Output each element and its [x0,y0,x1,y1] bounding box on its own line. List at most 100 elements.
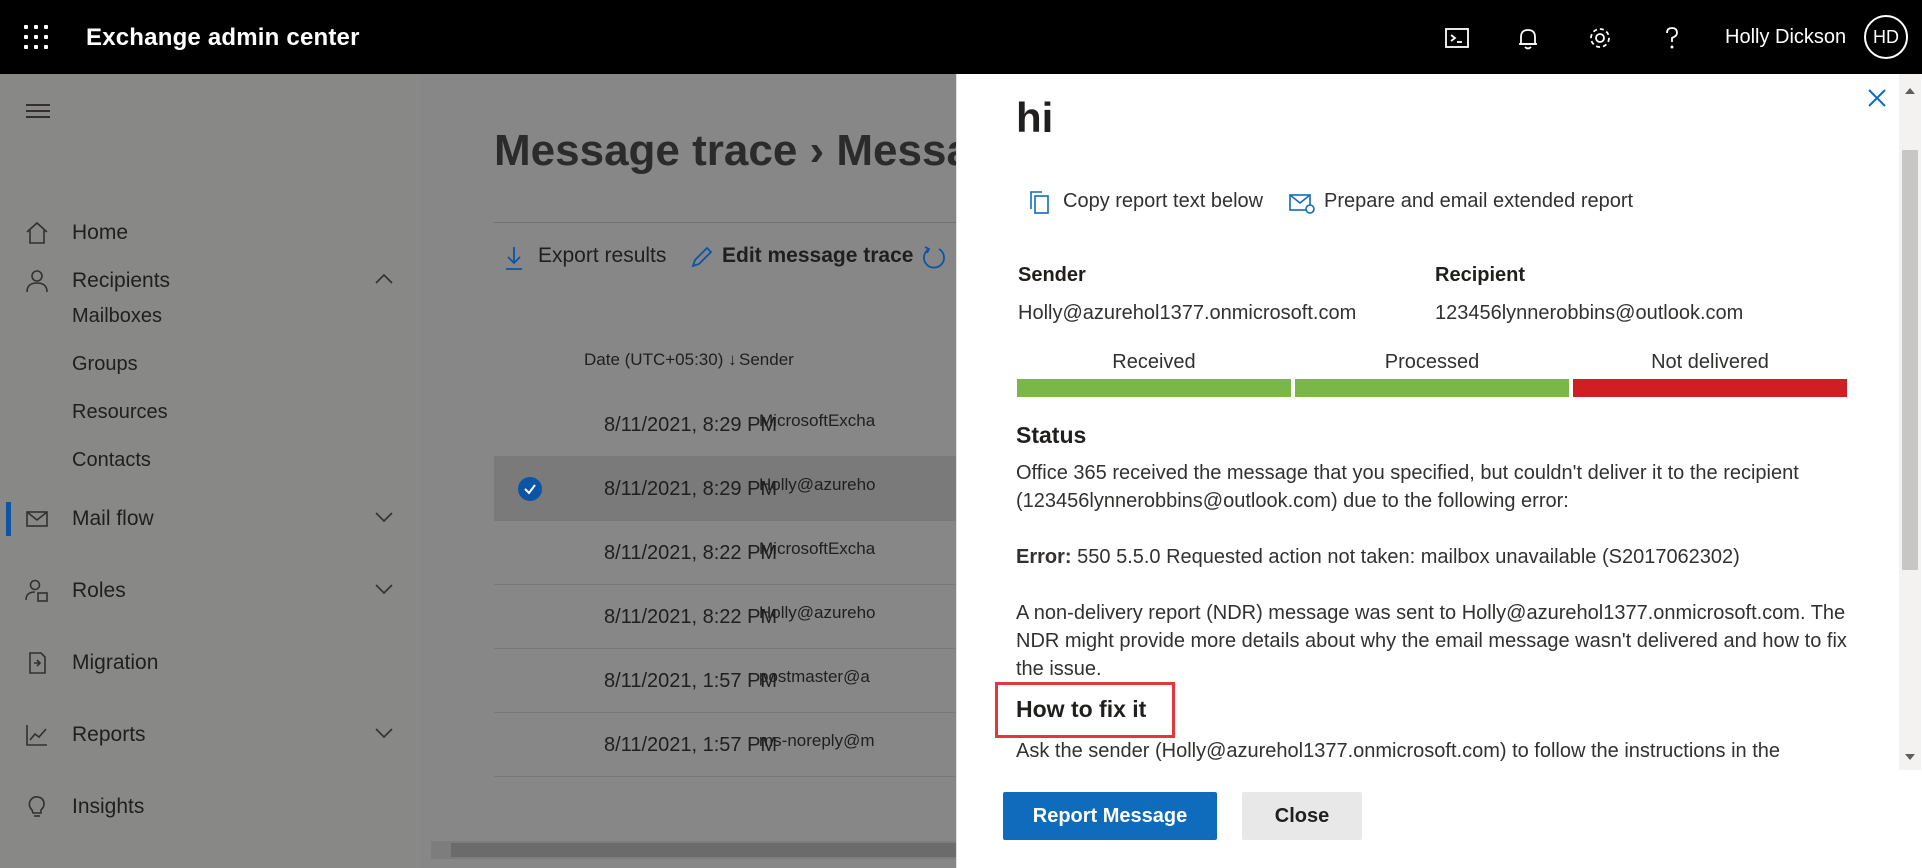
sidebar-item-label: Migration [72,651,159,674]
status-text: Office 365 received the message that you… [1016,462,1799,512]
active-indicator [6,502,11,536]
divider [494,222,974,223]
stage-label-processed: Processed [1384,351,1480,373]
refresh-icon [923,246,945,269]
sidebar-item-migration[interactable]: Migration [0,638,421,688]
pencil-icon [691,246,713,268]
panel-title: hi [1016,94,1054,141]
email-report-icon [1289,194,1315,214]
column-header-sender[interactable]: Sender [739,350,794,370]
download-icon [506,247,522,270]
row-sender: ms-noreply@m [759,731,875,750]
avatar[interactable]: HD [1864,15,1908,59]
ndr-text: A non-delivery report (NDR) message was … [1016,602,1847,680]
row-sender: Holly@azureho [759,475,876,494]
row-sender: MicrosoftExcha [759,411,876,430]
sidebar: Home Recipients Mailboxes Groups Resourc… [0,74,421,868]
fix-heading: How to fix it [1016,696,1147,722]
roles-icon [24,578,50,604]
edit-message-trace-button[interactable]: Edit message trace [690,244,913,268]
sender-value: Holly@azurehol1377.onmicrosoft.com [1018,302,1357,324]
table-row[interactable]: 8/11/2021, 8:29 PM MicrosoftExcha [494,393,974,457]
sidebar-item-label: Mail flow [72,507,154,530]
fix-text: Ask the sender (Holly@azurehol1377.onmic… [1016,740,1780,762]
stage-label-received: Received [1112,351,1196,373]
checkmark-icon[interactable] [518,477,542,501]
scroll-down-icon[interactable] [1905,754,1915,760]
row-sender: Holly@azureho [759,603,876,622]
close-button[interactable]: Close [1242,792,1362,840]
sidebar-subitem-contacts[interactable]: Contacts [72,449,151,472]
error-line: Error: 550 5.5.0 Requested action not ta… [1016,543,1866,571]
migration-icon [24,650,50,676]
copy-report-button[interactable]: Copy report text below [1027,190,1263,214]
chevron-down-icon [374,726,394,740]
sidebar-item-recipients[interactable]: Recipients [0,256,421,306]
sidebar-item-roles[interactable]: Roles [0,566,421,616]
table-row[interactable]: 8/11/2021, 8:22 PM MicrosoftExcha [494,521,974,585]
stage-bar-processed [1295,379,1569,397]
top-bar: Exchange admin center Holly Dickson HD [0,0,1922,74]
chart-icon [24,722,50,748]
row-date: 8/11/2021, 8:29 PM [604,414,778,436]
export-results-label: Export results [538,244,667,267]
panel-footer: Report Message Close [957,770,1899,868]
edit-message-trace-label: Edit message trace [722,244,914,267]
sidebar-item-label: Roles [72,579,126,602]
export-results-button[interactable]: Export results [504,244,667,270]
table-row[interactable]: 8/11/2021, 1:57 PM ms-noreply@m [494,713,974,777]
user-name[interactable]: Holly Dickson [1725,26,1846,49]
horizontal-scrollbar[interactable] [431,841,956,859]
sidebar-subitem-groups[interactable]: Groups [72,353,138,376]
prepare-email-report-button[interactable]: Prepare and email extended report [1288,190,1634,214]
table-row[interactable]: 8/11/2021, 8:22 PM Holly@azureho [494,585,974,649]
chevron-down-icon [374,582,394,596]
sidebar-item-insights[interactable]: Insights [0,782,421,832]
recipient-label: Recipient [1435,264,1526,286]
vertical-scrollbar[interactable] [1899,74,1921,770]
error-label: Error: [1016,546,1072,568]
row-date: 8/11/2021, 8:22 PM [604,606,778,628]
prepare-email-report-label: Prepare and email extended report [1324,190,1634,212]
sidebar-item-reports[interactable]: Reports [0,710,421,760]
sidebar-subitem-mailboxes[interactable]: Mailboxes [72,305,162,328]
sidebar-item-label: Reports [72,723,146,746]
app-title[interactable]: Exchange admin center [86,24,360,52]
stage-bar-received [1017,379,1291,397]
table-row-selected[interactable]: 8/11/2021, 8:29 PM Holly@azureho [494,457,974,521]
sidebar-item-label: Home [72,221,129,244]
hamburger-menu-icon[interactable] [26,104,50,120]
sidebar-subitem-resources[interactable]: Resources [72,401,168,424]
terminal-icon[interactable] [1443,24,1471,52]
stage-bar-not-delivered [1573,379,1847,397]
message-details-panel: hi Copy report text below Prepare and em… [956,74,1922,868]
column-header-date[interactable]: Date (UTC+05:30) ↓ [584,350,737,370]
report-message-button[interactable]: Report Message [1003,792,1217,840]
stage-label-not-delivered: Not delivered [1651,351,1769,373]
bell-icon[interactable] [1514,24,1542,52]
sender-label: Sender [1018,264,1086,286]
error-text: 550 5.5.0 Requested action not taken: ma… [1077,546,1740,568]
app-launcher-icon[interactable] [24,25,48,49]
row-date: 8/11/2021, 1:57 PM [604,670,778,692]
scroll-up-icon[interactable] [1905,88,1915,94]
copy-icon [1030,191,1049,214]
table-row[interactable]: 8/11/2021, 1:57 PM postmaster@a [494,649,974,713]
chevron-down-icon [374,510,394,524]
lightbulb-icon [24,794,50,820]
close-icon[interactable] [1865,86,1889,110]
row-sender: postmaster@a [759,667,870,686]
mail-icon [24,506,50,532]
row-date: 8/11/2021, 8:29 PM [604,478,778,500]
person-icon [24,268,50,294]
home-icon [24,220,50,246]
sidebar-item-mail-flow[interactable]: Mail flow [0,494,421,544]
sidebar-item-home[interactable]: Home [0,208,421,258]
scrollbar-thumb[interactable] [1902,150,1918,570]
scrollbar-thumb[interactable] [451,843,956,857]
sidebar-item-label: Recipients [72,269,171,292]
status-heading: Status [1016,422,1087,448]
row-date: 8/11/2021, 1:57 PM [604,734,778,756]
gear-icon[interactable] [1586,24,1614,52]
help-icon[interactable] [1658,24,1686,52]
